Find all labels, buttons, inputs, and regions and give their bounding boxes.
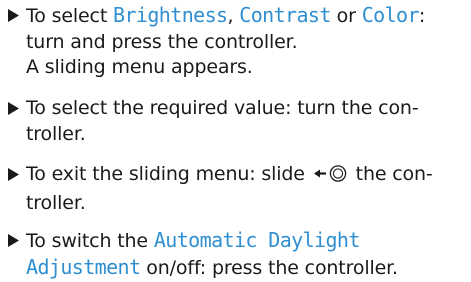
step-text: To select Brightness, Contrast or Color:… [26, 3, 463, 81]
triangle-right-bullet-icon [8, 162, 24, 187]
step-line: To select the required value: turn the c… [26, 97, 419, 119]
step-text: To switch the Automatic Daylight Adjustm… [26, 228, 463, 281]
triangle-right-bullet-icon [8, 3, 24, 28]
instruction-step-exit-menu: To exit the sliding menu: slide the con-… [8, 162, 463, 216]
instruction-step-daylight-adjustment: To switch the Automatic Daylight Adjustm… [8, 228, 463, 281]
adjustment-term: Adjustment [26, 254, 141, 279]
step-result: A sliding menu appears. [26, 56, 253, 78]
step-line: To exit the sliding menu: slide the con- [26, 162, 463, 191]
triangle-right-bullet-icon [8, 228, 24, 253]
color-term: Color [361, 3, 420, 27]
instruction-list: To select Brightness, Contrast or Color:… [0, 0, 471, 282]
step-line: troller. [26, 122, 86, 145]
triangle-right-bullet-icon [8, 96, 24, 121]
instruction-step-select-value: To select the required value: turn the c… [8, 96, 463, 147]
step-text: To exit the sliding menu: slide the con-… [26, 162, 463, 216]
brightness-term: Brightness [113, 3, 228, 27]
contrast-term: Contrast [239, 3, 331, 27]
instruction-step-select-setting: To select Brightness, Contrast or Color:… [8, 3, 463, 81]
slide-left-controller-icon [313, 164, 349, 191]
step-line: turn and press the controller. [26, 30, 298, 53]
step-line: To switch the Automatic Daylight [26, 228, 361, 252]
step-line: To select Brightness, Contrast or Color: [26, 3, 426, 27]
automatic-daylight-term: Automatic Daylight [153, 228, 361, 252]
step-line: Adjustment on/off: press the controller. [26, 254, 398, 279]
step-text: To select the required value: turn the c… [26, 96, 463, 147]
step-line: troller. [26, 191, 86, 214]
